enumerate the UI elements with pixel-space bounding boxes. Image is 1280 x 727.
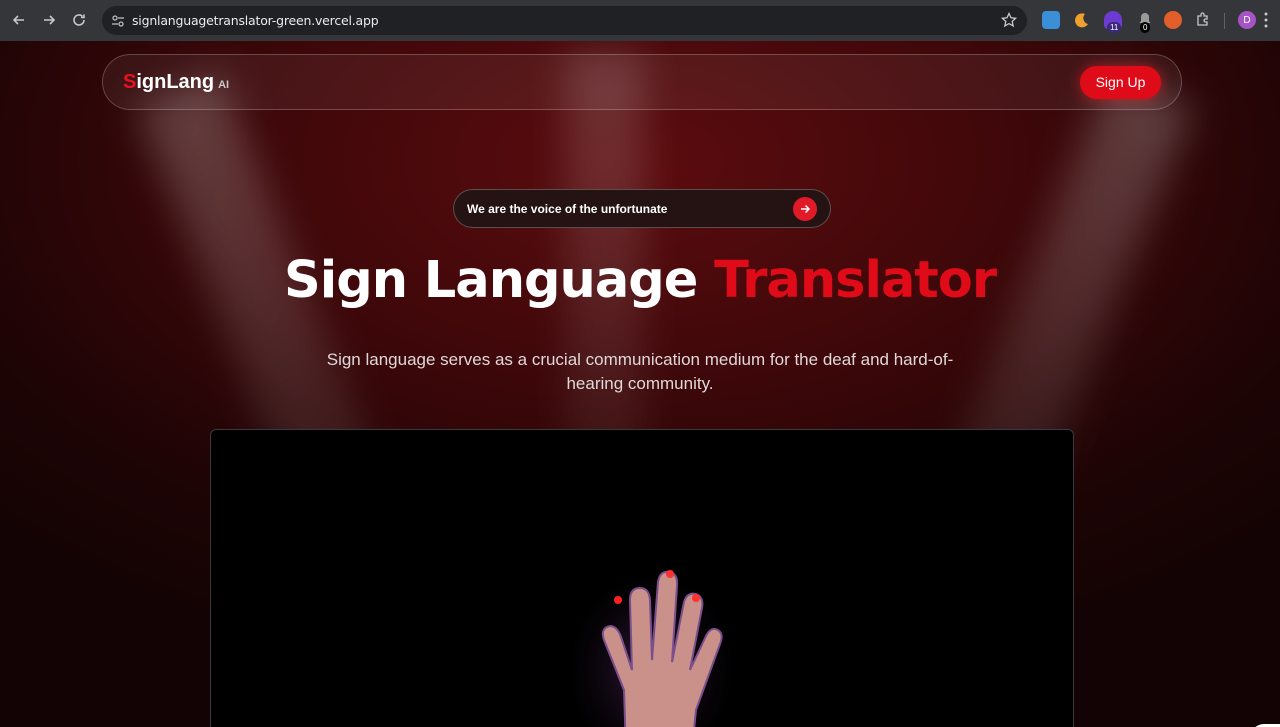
extension-badge-count: 11 <box>1107 22 1122 33</box>
logo-text: ignLang <box>136 70 215 93</box>
firefox-like-extension-icon[interactable] <box>1164 11 1182 29</box>
toolbar-divider <box>1224 13 1225 29</box>
hero-subtitle: Sign language serves as a crucial commun… <box>326 350 954 393</box>
url-text: signlanguagetranslator-green.vercel.app <box>132 13 379 28</box>
forward-icon[interactable] <box>34 5 64 35</box>
arrow-right-icon[interactable] <box>793 196 817 221</box>
browser-toolbar: signlanguagetranslator-green.vercel.app … <box>0 0 1280 41</box>
logo-ai-suffix: AI <box>218 78 230 91</box>
tagline-pill[interactable]: We are the voice of the unfortunate <box>453 189 831 228</box>
site-navbar: SignLang AI Sign Up <box>102 54 1182 110</box>
more-menu-icon[interactable] <box>1264 12 1268 28</box>
page-title-white: Sign Language <box>284 251 715 310</box>
bookmark-star-icon[interactable] <box>1000 11 1018 33</box>
page-title: Sign Language Translator <box>0 251 1280 310</box>
sign-up-button[interactable]: Sign Up <box>1080 65 1161 99</box>
glowing-hand-image <box>566 560 736 727</box>
site-info-icon[interactable] <box>104 14 132 28</box>
reload-icon[interactable] <box>64 5 94 35</box>
address-bar[interactable]: signlanguagetranslator-green.vercel.app <box>102 6 1027 35</box>
bear-extension-icon[interactable] <box>1042 11 1060 29</box>
page-viewport: SignLang AI Sign Up We are the voice of t… <box>0 41 1280 727</box>
site-logo[interactable]: SignLang AI <box>123 71 229 94</box>
page-title-red: Translator <box>714 251 997 310</box>
logo-initial: S <box>123 70 137 93</box>
extensions-puzzle-icon[interactable] <box>1194 11 1212 29</box>
back-icon[interactable] <box>4 5 34 35</box>
moon-extension-icon[interactable] <box>1073 11 1091 29</box>
tagline-text: We are the voice of the unfortunate <box>467 201 668 216</box>
extension-badge-count: 0 <box>1140 22 1151 33</box>
hero-video[interactable] <box>210 429 1074 727</box>
profile-avatar[interactable]: D <box>1238 11 1256 29</box>
